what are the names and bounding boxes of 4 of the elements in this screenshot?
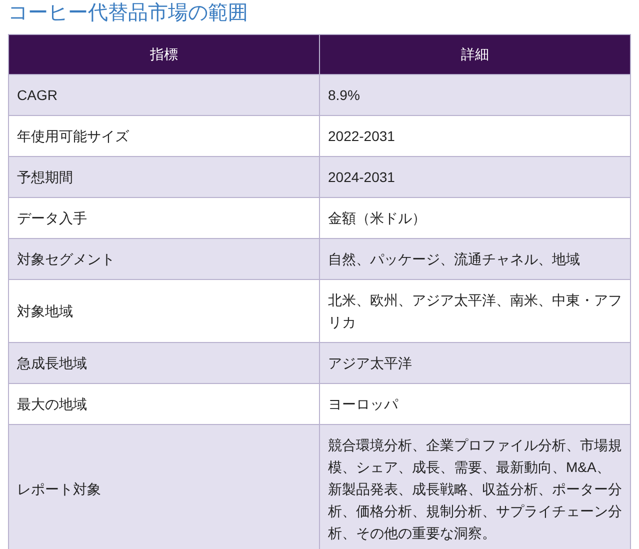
page-title: コーヒー代替品市場の範囲 (7, 1, 249, 26)
column-header: 指標 (8, 34, 320, 74)
table-cell: レポート対象 (8, 424, 320, 549)
column-header: 詳細 (320, 34, 630, 74)
